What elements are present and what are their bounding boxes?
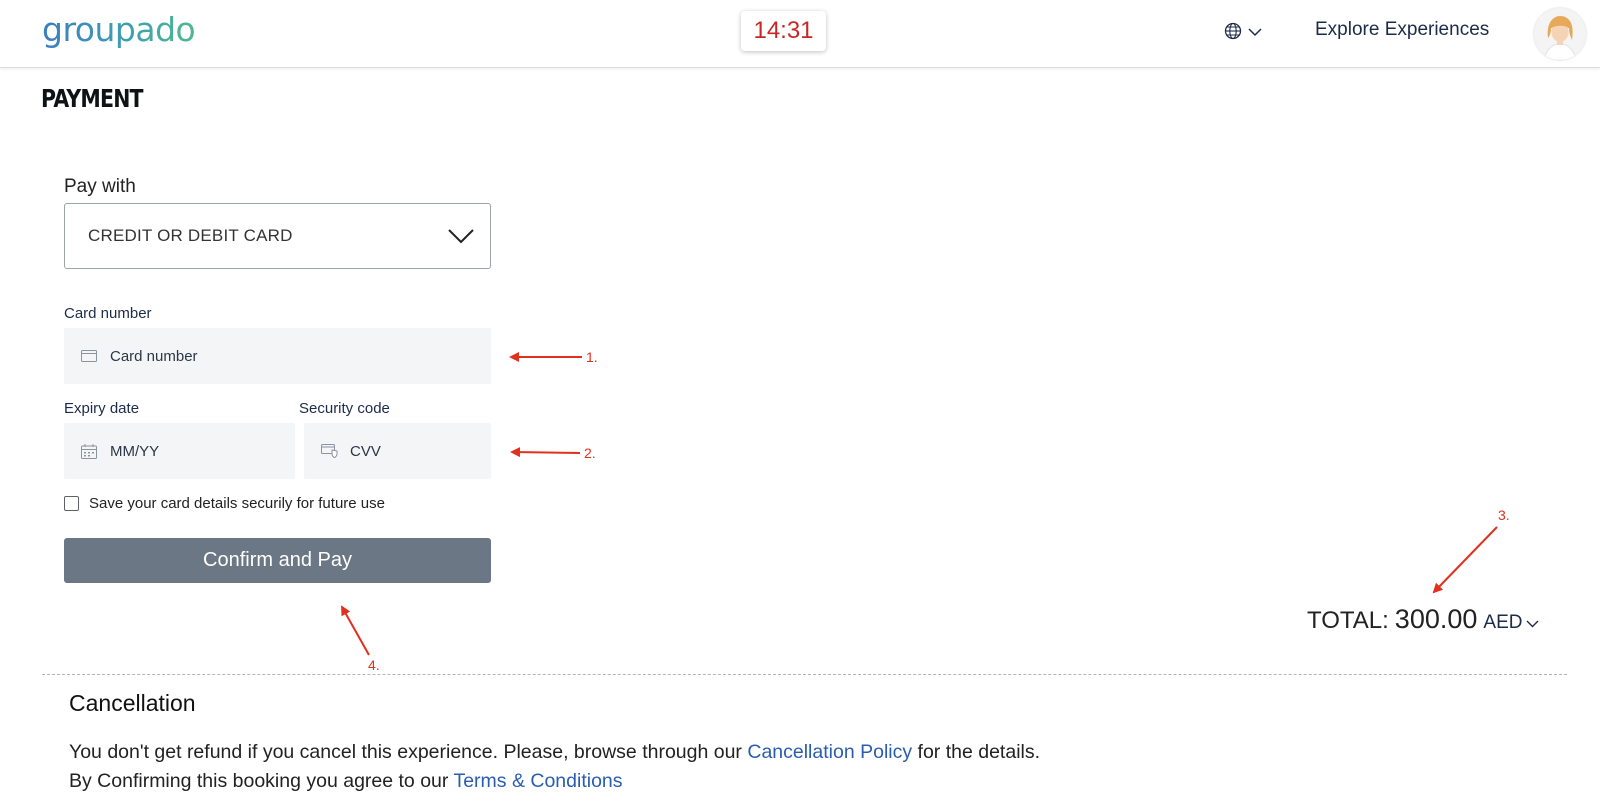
- payment-method-value: CREDIT OR DEBIT CARD: [88, 226, 293, 245]
- user-avatar[interactable]: [1534, 8, 1586, 60]
- card-number-input[interactable]: [110, 347, 410, 365]
- globe-icon: [1224, 22, 1242, 45]
- cancellation-text-start: You don't get refund if you cancel this …: [69, 741, 748, 763]
- credit-card-icon: [80, 347, 98, 365]
- terms-conditions-link[interactable]: Terms & Conditions: [453, 770, 622, 792]
- expiry-date-input[interactable]: [110, 442, 260, 460]
- expiry-date-field[interactable]: [64, 423, 295, 479]
- save-card-checkbox[interactable]: [64, 496, 79, 511]
- annotation-label-4: 4.: [368, 657, 380, 673]
- terms-text-start: By Confirming this booking you agree to …: [69, 770, 454, 792]
- security-code-label: Security code: [299, 400, 390, 417]
- save-card-label[interactable]: Save your card details securily for futu…: [89, 495, 385, 512]
- calendar-icon: [80, 442, 98, 460]
- pay-with-label: Pay with: [64, 176, 136, 197]
- save-card-row: Save your card details securily for futu…: [64, 495, 385, 512]
- chevron-down-icon: [448, 228, 474, 249]
- cancellation-policy-link[interactable]: Cancellation Policy: [747, 741, 912, 763]
- annotation-arrows: [341, 352, 1498, 656]
- cancellation-text-end: for the details.: [912, 741, 1041, 763]
- cancellation-text-line2: By Confirming this booking you agree to …: [69, 770, 623, 793]
- total-label: TOTAL:: [1307, 607, 1389, 634]
- cvv-card-icon: [320, 442, 338, 460]
- annotation-arrow-4: [341, 605, 370, 656]
- currency-code: AED: [1483, 612, 1523, 633]
- cancellation-text-line1: You don't get refund if you cancel this …: [69, 741, 1040, 764]
- language-selector[interactable]: [1224, 22, 1268, 44]
- cancellation-title: Cancellation: [69, 690, 196, 716]
- groupado-logo[interactable]: groupado: [42, 10, 196, 49]
- annotation-label-3: 3.: [1498, 507, 1510, 523]
- payment-method-select[interactable]: CREDIT OR DEBIT CARD: [64, 203, 491, 269]
- security-code-field[interactable]: [304, 423, 491, 479]
- total-amount: 300.00: [1394, 604, 1478, 634]
- security-code-input[interactable]: [350, 442, 470, 460]
- explore-experiences-link[interactable]: Explore Experiences: [1315, 19, 1489, 41]
- card-number-label: Card number: [64, 305, 152, 322]
- page-title: PAYMENT: [41, 84, 144, 113]
- confirm-and-pay-button[interactable]: Confirm and Pay: [64, 538, 491, 583]
- annotation-label-1: 1.: [586, 349, 598, 365]
- annotation-arrow-2: [510, 447, 581, 458]
- annotation-label-2: 2.: [584, 445, 596, 461]
- currency-selector[interactable]: AED: [1483, 612, 1539, 634]
- countdown-timer: 14:31: [741, 11, 826, 51]
- chevron-down-icon: [1526, 612, 1539, 634]
- chevron-down-icon: [1248, 24, 1262, 42]
- top-header: groupado 14:31 Explore Experiences: [0, 0, 1600, 68]
- annotation-arrow-3: [1432, 526, 1498, 594]
- section-divider: [42, 674, 1567, 675]
- order-total: TOTAL: 300.00 AED: [1307, 604, 1539, 635]
- card-number-field[interactable]: [64, 328, 491, 384]
- expiry-date-label: Expiry date: [64, 400, 140, 417]
